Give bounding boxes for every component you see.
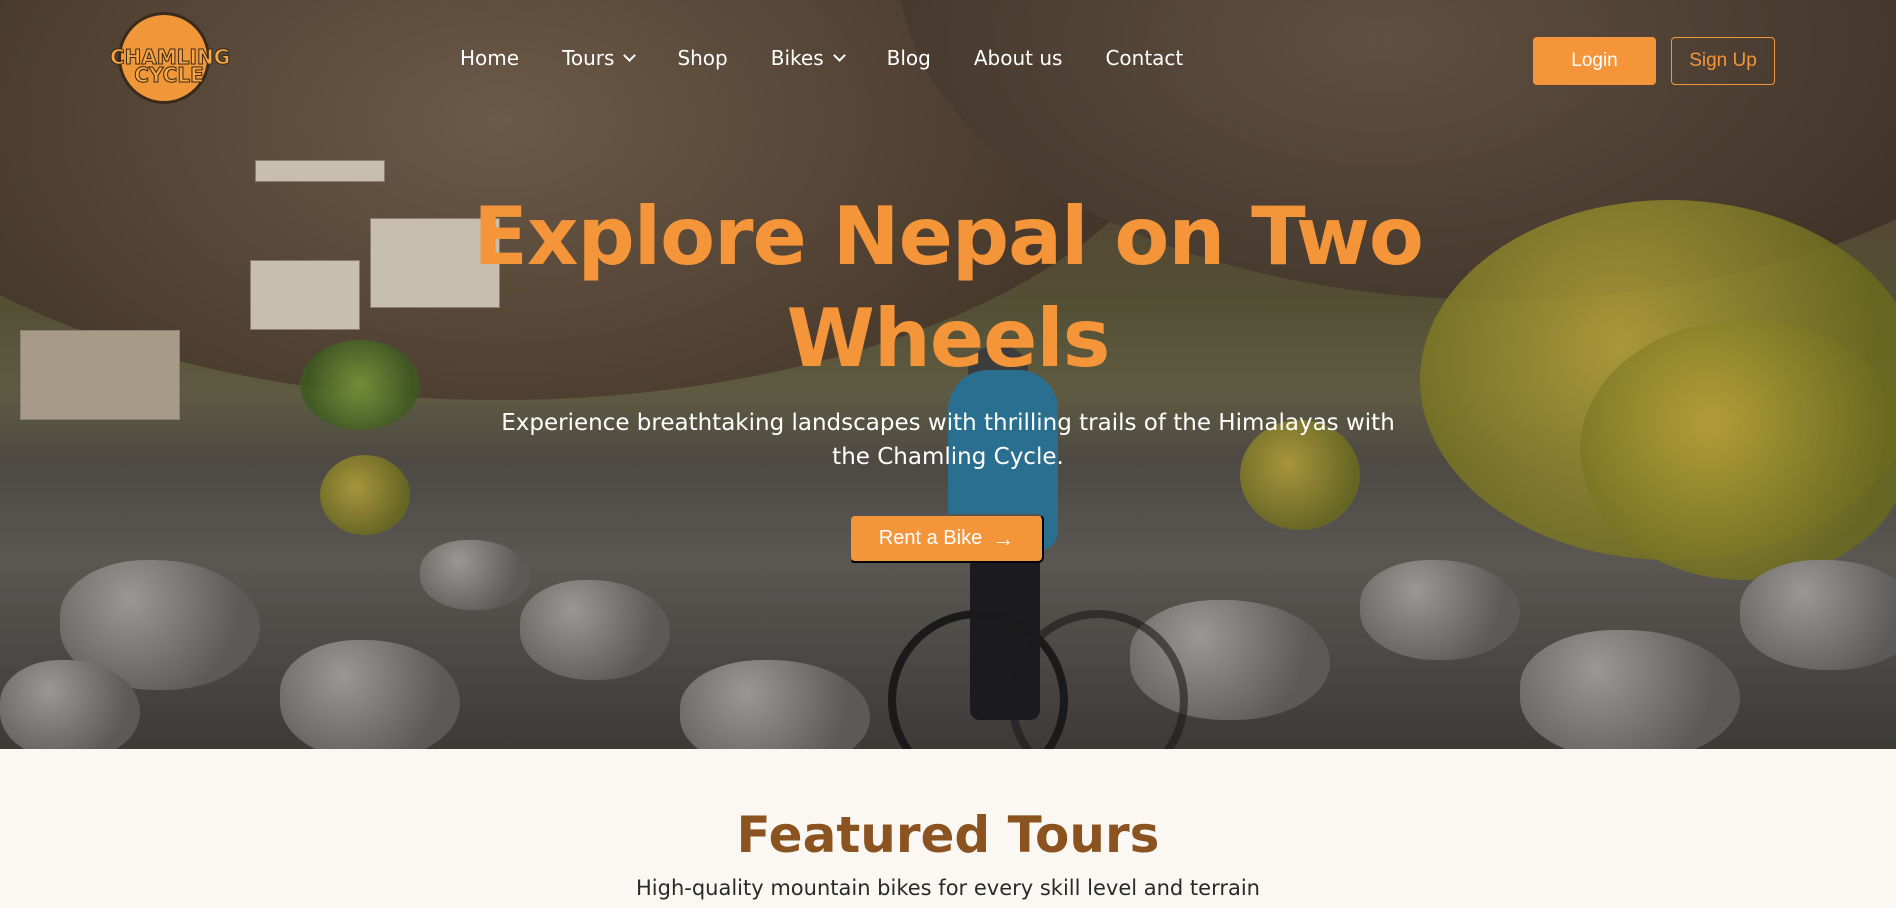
hero-title-line1: Explore Nepal on Two [473, 190, 1424, 283]
autumn-trees [320, 455, 410, 535]
nav-contact[interactable]: Contact [1105, 46, 1183, 70]
nav-tours[interactable]: Tours [562, 46, 637, 70]
nav-shop-label: Shop [677, 46, 728, 70]
nav-blog-label: Blog [886, 46, 931, 70]
nav-blog[interactable]: Blog [887, 46, 931, 70]
featured-tours-title: Featured Tours [736, 806, 1160, 864]
nav-about[interactable]: About us [974, 46, 1063, 70]
brand-logo[interactable]: CHAMLING CYCLE [110, 12, 231, 108]
main-nav: Home Tours Shop Bikes Blog About us Cont… [460, 46, 1226, 70]
hero-title: Explore Nepal on Two Wheels [400, 186, 1496, 390]
featured-tours-subtitle: High-quality mountain bikes for every sk… [635, 876, 1260, 900]
village-house [255, 160, 385, 182]
nav-home-label: Home [460, 46, 520, 70]
boulder [1520, 630, 1740, 749]
nav-home[interactable]: Home [460, 46, 519, 70]
nav-shop[interactable]: Shop [677, 46, 727, 70]
nav-bikes[interactable]: Bikes [770, 46, 846, 70]
rent-bike-button[interactable]: Rent a Bike → [849, 514, 1044, 563]
hero-title-line2: Wheels [786, 292, 1111, 385]
nav-bikes-label: Bikes [770, 46, 824, 70]
autumn-trees [1580, 320, 1896, 580]
nav-about-label: About us [973, 46, 1063, 70]
signup-button[interactable]: Sign Up [1671, 37, 1775, 85]
boulder [1360, 560, 1520, 660]
boulder [680, 660, 870, 749]
logo-wordmark: CHAMLING CYCLE [110, 47, 231, 86]
hero-subtitle: Experience breathtaking landscapes with … [501, 410, 1395, 470]
boulder [280, 640, 460, 749]
village-house [250, 260, 360, 330]
boulder [520, 580, 670, 680]
arrow-right-icon: → [992, 525, 1015, 551]
chevron-down-icon [832, 48, 846, 62]
boulder [420, 540, 530, 610]
village-house [20, 330, 180, 420]
rent-bike-label: Rent a Bike [878, 527, 983, 549]
nav-contact-label: Contact [1105, 46, 1184, 70]
chevron-down-icon [623, 48, 637, 62]
boulder [1740, 560, 1896, 670]
login-button[interactable]: Login [1533, 37, 1656, 85]
nav-tours-label: Tours [562, 46, 615, 70]
